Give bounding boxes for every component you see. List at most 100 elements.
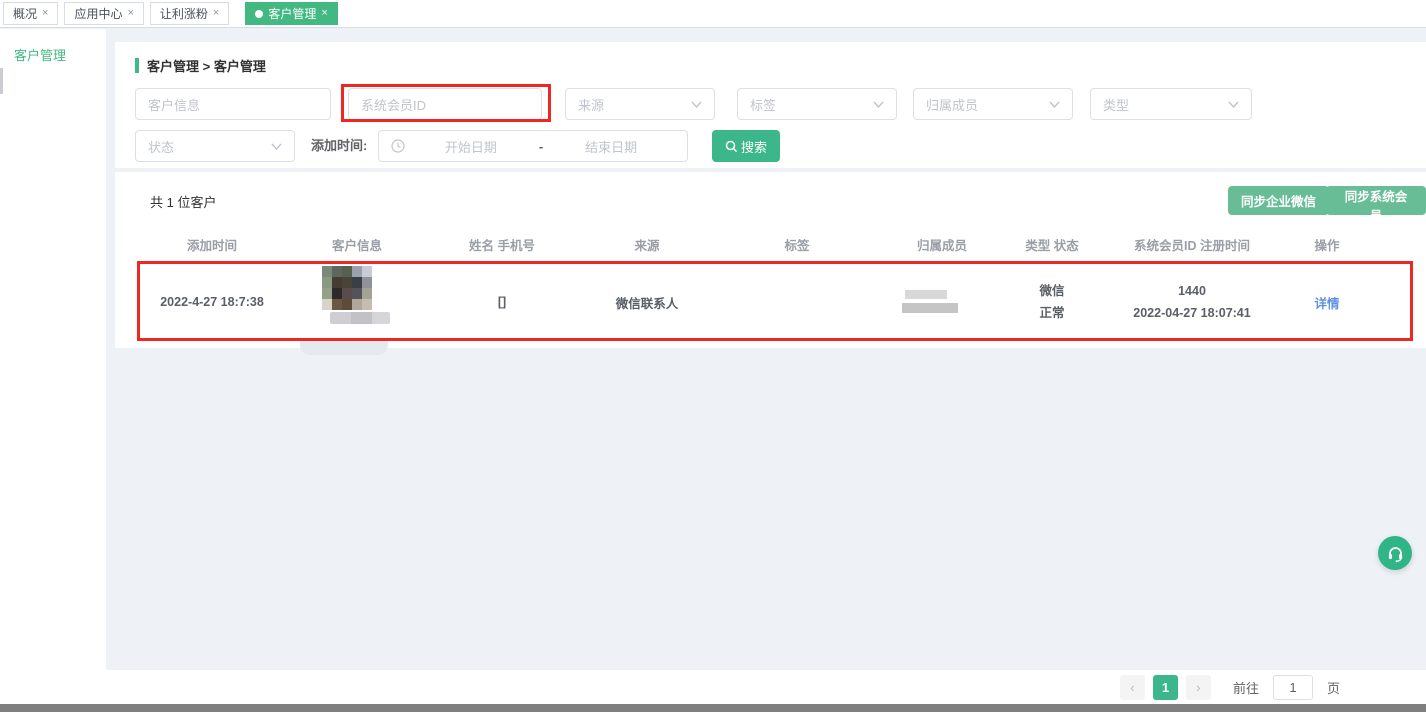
tab-fans-growth[interactable]: 让利涨粉 × <box>150 2 229 25</box>
goto-label: 前往 <box>1233 678 1259 697</box>
table-row: 2022-4-27 18:7:38 [] 微信联系人 微信 正常 1440 20… <box>115 262 1426 342</box>
header-owner: 归属成员 <box>877 235 1007 254</box>
search-button[interactable]: 搜索 <box>712 130 780 162</box>
status-placeholder: 状态 <box>148 137 174 156</box>
header-action: 操作 <box>1287 235 1367 254</box>
tab-bar: 概况 × 应用中心 × 让利涨粉 × 客户管理 × <box>0 0 1426 28</box>
owner-select[interactable]: 归属成员 <box>913 88 1073 120</box>
avatar-pixel <box>332 299 342 310</box>
avatar-pixel <box>352 277 362 288</box>
tag-select[interactable]: 标签 <box>737 88 897 120</box>
cell-type: 微信 <box>1007 280 1097 302</box>
tab-app-center[interactable]: 应用中心 × <box>64 2 143 25</box>
clock-icon <box>391 139 405 153</box>
customer-info-input[interactable]: 客户信息 <box>135 88 331 120</box>
avatar-pixel <box>332 277 342 288</box>
add-time-label: 添加时间: <box>311 130 367 162</box>
header-member-id-register: 系统会员ID 注册时间 <box>1097 235 1287 254</box>
cell-member-id: 1440 <box>1097 280 1287 302</box>
sidebar-item-customer-management[interactable]: 客户管理 <box>0 29 106 64</box>
chevron-down-icon <box>1228 101 1239 108</box>
breadcrumb: 客户管理 > 客户管理 <box>135 56 266 75</box>
header-source: 来源 <box>577 235 717 254</box>
tag-placeholder: 标签 <box>750 95 776 114</box>
cell-name-phone: [] <box>427 295 577 309</box>
avatar-pixel <box>352 299 362 310</box>
avatar-pixel <box>322 299 332 310</box>
blurred-nickname-overflow <box>300 338 388 355</box>
cell-type-status: 微信 正常 <box>1007 280 1097 324</box>
headset-icon <box>1386 544 1405 563</box>
status-select[interactable]: 状态 <box>135 130 295 162</box>
cell-add-time: 2022-4-27 18:7:38 <box>137 295 287 309</box>
goto-page-input[interactable] <box>1273 675 1313 700</box>
tab-label: 概况 <box>13 5 37 22</box>
header-name-phone: 姓名 手机号 <box>427 235 577 254</box>
horizontal-scrollbar-track <box>0 703 1426 714</box>
avatar-pixel <box>362 299 372 310</box>
sync-member-button[interactable]: 同步系统会员 <box>1326 186 1426 215</box>
chevron-down-icon <box>873 101 884 108</box>
member-id-placeholder: 系统会员ID <box>361 95 426 114</box>
close-icon[interactable]: × <box>42 8 48 19</box>
table-header-row: 添加时间 客户信息 姓名 手机号 来源 标签 归属成员 类型 状态 系统会员ID… <box>115 232 1426 256</box>
avatar-pixel <box>332 266 342 277</box>
tab-label: 客户管理 <box>268 5 316 22</box>
breadcrumb-text: 客户管理 > 客户管理 <box>147 56 266 75</box>
source-placeholder: 来源 <box>578 95 604 114</box>
end-date-placeholder: 结束日期 <box>547 137 675 156</box>
owner-placeholder: 归属成员 <box>926 95 978 114</box>
avatar-pixel <box>342 277 352 288</box>
date-range-picker[interactable]: 开始日期 - 结束日期 <box>378 130 688 162</box>
tab-customer-management[interactable]: 客户管理 × <box>245 2 337 25</box>
header-add-time: 添加时间 <box>137 235 287 254</box>
tab-label: 应用中心 <box>74 5 122 22</box>
avatar-pixel <box>322 288 332 299</box>
prev-page-button[interactable]: ‹ <box>1120 675 1145 700</box>
avatar-pixel <box>332 288 342 299</box>
chevron-down-icon <box>271 143 282 150</box>
range-separator: - <box>535 139 547 154</box>
avatar-pixel <box>342 288 352 299</box>
source-select[interactable]: 来源 <box>565 88 715 120</box>
search-button-label: 搜索 <box>741 137 767 156</box>
horizontal-scrollbar-thumb[interactable] <box>0 704 1426 712</box>
scrollbar-fragment <box>0 68 3 94</box>
chevron-down-icon <box>1049 101 1060 108</box>
cell-member-id-register: 1440 2022-04-27 18:07:41 <box>1097 280 1287 324</box>
avatar-pixel <box>322 277 332 288</box>
close-icon[interactable]: × <box>213 8 219 19</box>
start-date-placeholder: 开始日期 <box>407 137 535 156</box>
page-unit-label: 页 <box>1327 678 1340 697</box>
close-icon[interactable]: × <box>321 8 327 19</box>
page-number-current[interactable]: 1 <box>1153 675 1178 700</box>
header-tag: 标签 <box>717 235 877 254</box>
type-placeholder: 类型 <box>1103 95 1129 114</box>
customer-info-placeholder: 客户信息 <box>148 95 200 114</box>
customer-service-fab[interactable] <box>1378 536 1412 570</box>
total-count-text: 共 1 位客户 <box>150 192 216 211</box>
header-type-status: 类型 状态 <box>1007 235 1097 254</box>
tab-overview[interactable]: 概况 × <box>3 2 58 25</box>
close-icon[interactable]: × <box>127 8 133 19</box>
search-icon <box>725 140 738 153</box>
avatar-pixel <box>352 266 362 277</box>
avatar-pixel <box>322 266 332 277</box>
blurred-nickname <box>330 312 390 324</box>
cell-source: 微信联系人 <box>577 293 717 312</box>
sync-wecom-button[interactable]: 同步企业微信 <box>1228 186 1329 215</box>
cell-status: 正常 <box>1007 302 1097 324</box>
filter-panel: 客户管理 > 客户管理 客户信息 系统会员ID 来源 标签 归属成员 类型 状态… <box>115 42 1426 168</box>
avatar-pixel <box>342 299 352 310</box>
blurred-owner-line2 <box>902 303 958 313</box>
sidebar: 客户管理 <box>0 29 106 714</box>
next-page-button[interactable]: › <box>1186 675 1211 700</box>
cell-action: 详情 <box>1287 293 1367 312</box>
avatar-pixel <box>362 266 372 277</box>
avatar-pixel <box>362 288 372 299</box>
customer-table-panel: 共 1 位客户 同步企业微信 同步系统会员 添加时间 客户信息 姓名 手机号 来… <box>115 172 1426 348</box>
detail-link[interactable]: 详情 <box>1314 297 1339 311</box>
type-select[interactable]: 类型 <box>1090 88 1252 120</box>
cell-register-time: 2022-04-27 18:07:41 <box>1097 302 1287 324</box>
member-id-input[interactable]: 系统会员ID <box>348 88 542 120</box>
